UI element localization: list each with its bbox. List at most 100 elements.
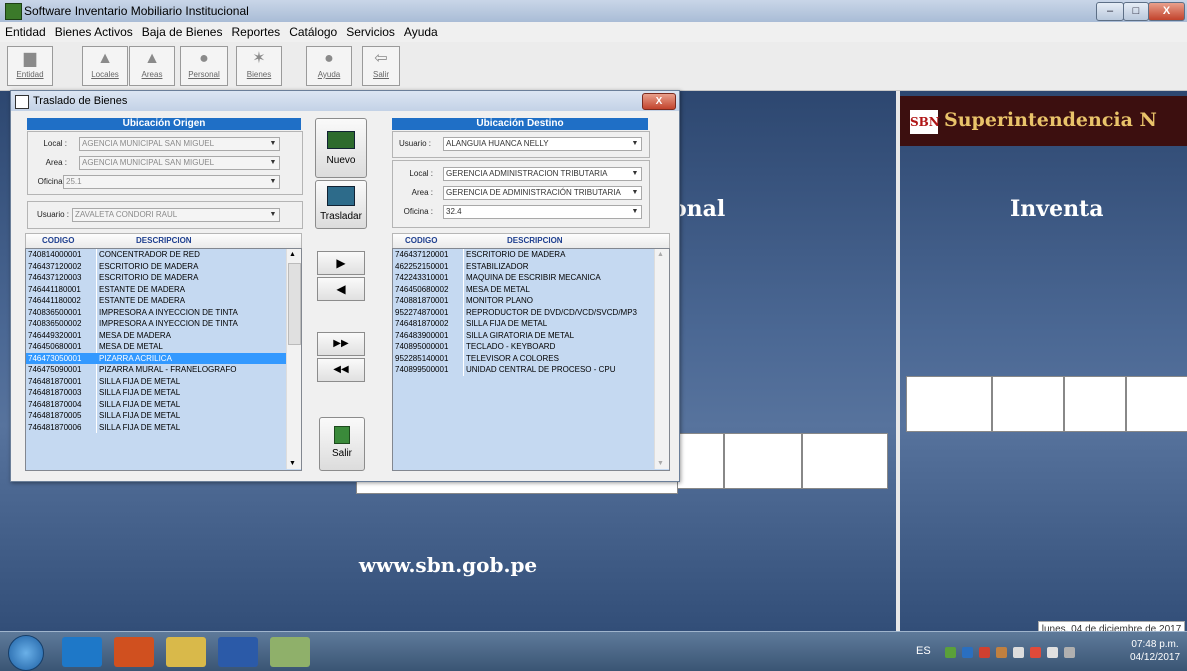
destino-area-select[interactable]: GERENCIA DE ADMINISTRACIÓN TRIBUTARIA ▼ — [443, 186, 642, 200]
scroll-thumb[interactable] — [288, 263, 301, 345]
item-code: 746481870006 — [28, 422, 82, 432]
minimize-button[interactable]: – — [1096, 2, 1124, 21]
list-item[interactable]: 952285140001 TELEVISOR A COLORES — [393, 352, 669, 364]
list-item[interactable]: 740895000001 TECLADO - KEYBOARD — [393, 341, 669, 353]
transfer-icon — [327, 186, 355, 206]
menu-item-1[interactable]: Bienes Activos — [50, 22, 137, 39]
origen-local-select[interactable]: AGENCIA MUNICIPAL SAN MIGUEL ▼ — [79, 137, 280, 151]
destino-items-list[interactable]: 746437120001 ESCRITORIO DE MADERA 46225215… — [392, 248, 670, 471]
language-indicator[interactable]: ES — [916, 645, 931, 657]
tray-display-icon[interactable] — [1064, 647, 1075, 658]
list-item[interactable]: 746481870001 SILLA FIJA DE METAL — [26, 375, 301, 387]
list-item[interactable]: 462252150001 ESTABILIZADOR — [393, 260, 669, 272]
list-item[interactable]: 746441180001 ESTANTE DE MADERA — [26, 283, 301, 295]
list-item[interactable]: 746437120001 ESCRITORIO DE MADERA — [393, 249, 669, 261]
toolbar-personal-button[interactable]: ● Personal — [180, 46, 228, 86]
list-item[interactable]: 746481870006 SILLA FIJA DE METAL — [26, 421, 301, 433]
list-item[interactable]: 952274870001 REPRODUCTOR DE DVD/CD/VCD/SV… — [393, 306, 669, 318]
list-item[interactable]: 746437120003 ESCRITORIO DE MADERA — [26, 272, 301, 284]
grid-icon — [327, 131, 355, 149]
background-heading-right: Inventa — [1010, 196, 1104, 222]
nuevo-button[interactable]: Nuevo — [315, 118, 367, 178]
list-item[interactable]: 746481870004 SILLA FIJA DE METAL — [26, 398, 301, 410]
inventory-app-taskbar-button[interactable] — [270, 637, 310, 667]
list-item[interactable]: 746437120002 ESCRITORIO DE MADERA — [26, 260, 301, 272]
origen-oficina-select[interactable]: 25.1 ▼ — [63, 175, 280, 189]
menu-item-3[interactable]: Reportes — [226, 22, 284, 39]
list-item[interactable]: 746473050001 PIZARRA ACRILICA — [26, 352, 301, 364]
tray-app-icon[interactable] — [962, 647, 973, 658]
item-code: 742243310001 — [395, 273, 449, 282]
menu-item-6[interactable]: Ayuda — [399, 22, 442, 39]
list-item[interactable]: 740881870001 MONITOR PLANO — [393, 295, 669, 307]
list-item[interactable]: 740899500001 UNIDAD CENTRAL DE PROCESO - … — [393, 364, 669, 376]
item-code: 740899500001 — [395, 365, 449, 374]
media-player-taskbar-button[interactable] — [62, 637, 102, 667]
explorer-taskbar-button[interactable] — [166, 637, 206, 667]
item-code: 740836500002 — [28, 319, 82, 328]
list-item[interactable]: 740836500001 IMPRESORA A INYECCION DE TIN… — [26, 306, 301, 318]
origen-area-select[interactable]: AGENCIA MUNICIPAL SAN MIGUEL ▼ — [79, 156, 280, 170]
clock[interactable]: 07:48 p.m. 04/12/2017 — [1130, 638, 1180, 664]
origen-usuario-select[interactable]: ZAVALETA CONDORI RAUL ▼ — [72, 208, 280, 222]
origen-items-list[interactable]: 740814000001 CONCENTRADOR DE RED 746437120… — [25, 248, 302, 471]
list-item[interactable]: 742243310001 MAQUINA DE ESCRIBIR MECANICA — [393, 272, 669, 284]
scroll-up-icon[interactable]: ▲ — [289, 251, 296, 258]
tray-security-icon[interactable] — [979, 647, 990, 658]
list-item[interactable]: 746450680002 MESA DE METAL — [393, 283, 669, 295]
scroll-down-icon[interactable]: ▼ — [289, 460, 296, 467]
destino-usuario-select[interactable]: ALANGUIA HUANCA NELLY ▼ — [443, 137, 642, 151]
item-code: 952285140001 — [395, 353, 449, 363]
list-item[interactable]: 746483900001 SILLA GIRATORIA DE METAL — [393, 329, 669, 341]
chevron-down-icon: ▼ — [269, 178, 277, 185]
toolbar-entidad-button[interactable]: ▆ Entidad — [7, 46, 53, 86]
destino-local-select[interactable]: GERENCIA ADMINISTRACION TRIBUTARIA ▼ — [443, 167, 642, 181]
scroll-up-icon[interactable]: ▲ — [657, 251, 664, 258]
help-icon: ● — [324, 50, 334, 67]
origen-list-scrollbar[interactable]: ▲ ▼ — [286, 249, 301, 469]
start-button[interactable] — [8, 635, 44, 671]
menu-item-4[interactable]: Catálogo — [284, 22, 341, 39]
dialog-icon — [15, 95, 29, 109]
car-image — [992, 376, 1064, 432]
chevron-down-icon: ▼ — [269, 159, 277, 166]
toolbar-areas-button[interactable]: ▲ Areas — [129, 46, 175, 86]
menu-item-5[interactable]: Servicios — [341, 22, 399, 39]
sbn-title: Superintendencia N — [944, 109, 1157, 131]
dialog-close-button[interactable]: X — [642, 93, 676, 110]
destino-list-scrollbar[interactable]: ▲ ▼ — [654, 249, 669, 469]
destino-oficina-select[interactable]: 32.4 ▼ — [443, 205, 642, 219]
list-item[interactable]: 740836500002 IMPRESORA A INYECCION DE TIN… — [26, 318, 301, 330]
salir-button[interactable]: Salir — [319, 417, 365, 471]
tray-network-icon[interactable] — [945, 647, 956, 658]
word-taskbar-button[interactable] — [218, 637, 258, 667]
tray-mute-icon[interactable] — [1030, 647, 1041, 658]
list-item[interactable]: 746481870003 SILLA FIJA DE METAL — [26, 387, 301, 399]
toolbar-salir-button[interactable]: ⇦ Salir — [362, 46, 400, 86]
tray-update-icon[interactable] — [996, 647, 1007, 658]
trasladar-button[interactable]: Trasladar — [315, 180, 367, 229]
tray-flag-icon[interactable] — [1047, 647, 1058, 658]
powerpoint-taskbar-button[interactable] — [114, 637, 154, 667]
scroll-down-icon[interactable]: ▼ — [657, 460, 664, 467]
list-item[interactable]: 746475090001 PIZARRA MURAL - FRANELOGRAFO — [26, 364, 301, 376]
back-one-button[interactable]: ◀ — [317, 277, 365, 301]
maximize-button[interactable]: □ — [1123, 2, 1149, 21]
toolbar-bienes-button[interactable]: ✶ Bienes — [236, 46, 282, 86]
back-all-button[interactable]: ◀◀ — [317, 358, 365, 382]
toolbar-locales-button[interactable]: ▲ Locales — [82, 46, 128, 86]
list-item[interactable]: 746450680001 MESA DE METAL — [26, 341, 301, 353]
building-icon: ▆ — [23, 50, 37, 67]
tray-volume-icon[interactable] — [1013, 647, 1024, 658]
move-one-button[interactable]: ▶ — [317, 251, 365, 275]
list-item[interactable]: 746449320001 MESA DE MADERA — [26, 329, 301, 341]
list-item[interactable]: 746481870002 SILLA FIJA DE METAL — [393, 318, 669, 330]
list-item[interactable]: 746441180002 ESTANTE DE MADERA — [26, 295, 301, 307]
menu-item-0[interactable]: Entidad — [0, 22, 50, 39]
move-all-button[interactable]: ▶▶ — [317, 332, 365, 356]
list-item[interactable]: 746481870005 SILLA FIJA DE METAL — [26, 410, 301, 422]
menu-item-2[interactable]: Baja de Bienes — [137, 22, 227, 39]
toolbar-ayuda-button[interactable]: ● Ayuda — [306, 46, 352, 86]
list-item[interactable]: 740814000001 CONCENTRADOR DE RED — [26, 249, 301, 261]
close-button[interactable]: X — [1148, 2, 1185, 21]
